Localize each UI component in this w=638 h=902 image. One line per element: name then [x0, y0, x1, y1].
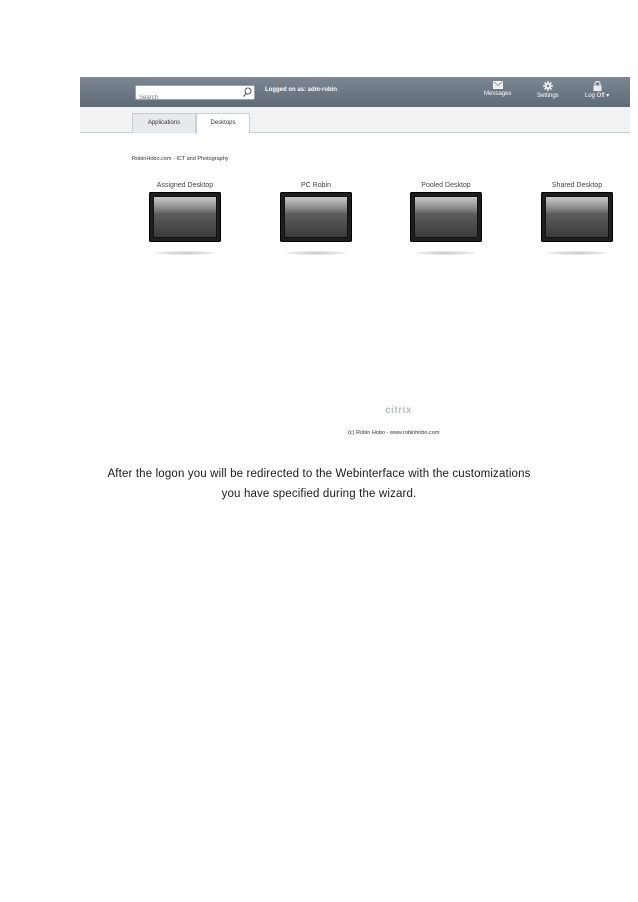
monitor-icon[interactable] [541, 192, 613, 242]
copyright-text: (c) Robin Hobo - www.robinhobo.com [348, 430, 440, 436]
caption-line-1: After the logon you will be redirected t… [107, 468, 531, 480]
webinterface-screenshot: Logged on as: adm-robin Messages Setting… [80, 77, 630, 447]
settings-label: Settings [537, 93, 559, 99]
gear-icon [542, 81, 553, 91]
desktop-tile[interactable]: Shared Desktop [537, 182, 617, 255]
tab-strip: Applications Desktops [80, 107, 630, 134]
monitor-shadow [286, 251, 346, 255]
search-icon[interactable] [242, 87, 252, 98]
settings-button[interactable]: Settings [537, 81, 559, 100]
messages-label: Messages [484, 91, 512, 97]
lock-icon [593, 81, 602, 91]
monitor-icon[interactable] [280, 192, 352, 242]
desktop-label: Shared Desktop [551, 182, 603, 189]
site-title: RobinHobo.com - ICT and Photography [132, 156, 229, 162]
logged-on-text: Logged on as: adm-robin [265, 87, 337, 93]
desktop-tile[interactable]: PC Robin [276, 182, 356, 255]
desktop-label: Pooled Desktop [421, 182, 471, 189]
logoff-button[interactable]: Log Off ▾ [585, 81, 609, 100]
tab-applications[interactable]: Applications [132, 113, 196, 133]
desktop-tile[interactable]: Assigned Desktop [145, 182, 225, 255]
monitor-shadow [155, 251, 215, 255]
search-input[interactable] [136, 91, 239, 105]
citrix-logo: citrix [385, 405, 412, 416]
caption-line-2: you have specified during the wizard. [221, 488, 417, 500]
monitor-icon[interactable] [149, 192, 221, 242]
search-box[interactable] [135, 85, 255, 105]
tab-desktops[interactable]: Desktops [196, 113, 250, 134]
messages-button[interactable]: Messages [484, 81, 511, 98]
desktop-tile[interactable]: Pooled Desktop [406, 182, 486, 255]
caption: After the logon you will be redirected t… [0, 464, 638, 504]
desktop-label: PC Robin [301, 182, 331, 189]
logoff-label: Log Off ▾ [585, 93, 610, 99]
monitor-icon[interactable] [410, 192, 482, 242]
envelope-icon [492, 81, 503, 89]
top-bar: Logged on as: adm-robin Messages Setting… [80, 77, 630, 107]
desktop-label: Assigned Desktop [156, 182, 214, 189]
monitor-shadow [547, 251, 607, 255]
monitor-shadow [416, 251, 476, 255]
